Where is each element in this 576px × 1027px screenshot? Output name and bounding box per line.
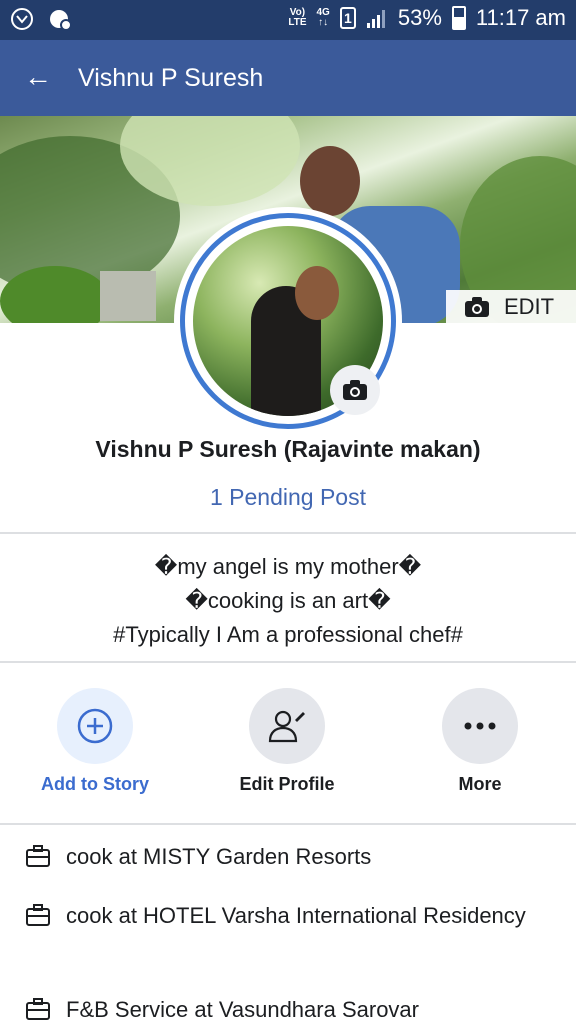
add-to-story-circle	[57, 688, 133, 764]
edit-profile-circle	[249, 688, 325, 764]
status-bar: Vo) LTE 4G ↑↓ 1 53% 11:17 am	[0, 0, 576, 40]
status-bar-right: Vo) LTE 4G ↑↓ 1 53% 11:17 am	[288, 5, 566, 31]
bio: �my angel is my mother� �cooking is an a…	[0, 550, 576, 652]
plus-circle-icon	[77, 708, 113, 744]
edit-profile-label: Edit Profile	[239, 774, 335, 794]
work-text: cook at MISTY Garden Resorts	[66, 844, 372, 869]
profile-actions: Add to Story Edit Profile More	[0, 688, 576, 808]
edit-cover-button[interactable]: EDIT	[446, 290, 576, 324]
sim-indicator: 1	[339, 7, 356, 29]
briefcase-icon	[26, 904, 50, 926]
volte-label-bottom: LTE	[288, 17, 307, 28]
data-indicator: 4G ↑↓	[317, 8, 330, 28]
camera-icon	[465, 297, 489, 317]
back-arrow-icon[interactable]: ←	[24, 62, 52, 92]
data-label-bottom: ↑↓	[318, 17, 329, 28]
edit-profile-button[interactable]: Edit Profile	[212, 688, 362, 795]
bio-line: �my angel is my mother�	[154, 554, 422, 579]
notification-app-icon	[11, 8, 33, 30]
bio-line: #Typically I Am a professional chef#	[113, 622, 463, 647]
divider	[0, 532, 576, 534]
add-to-story-button[interactable]: Add to Story	[20, 688, 170, 795]
work-text: F&B Service at Vasundhara Sarovar	[66, 997, 419, 1022]
divider	[0, 823, 576, 825]
pending-posts-link[interactable]: 1 Pending Post	[0, 484, 576, 511]
edit-cover-label: EDIT	[504, 294, 555, 319]
bio-line: �cooking is an art�	[185, 588, 391, 613]
edit-profile-icon	[268, 710, 305, 743]
camera-icon	[343, 380, 367, 400]
status-bar-left	[10, 7, 72, 31]
briefcase-icon	[26, 998, 50, 1020]
more-dots-icon	[464, 722, 496, 730]
more-label: More	[458, 774, 502, 794]
signal-icon	[366, 10, 385, 28]
top-nav-bar: ← Vishnu P Suresh	[0, 40, 576, 116]
briefcase-icon	[26, 845, 50, 867]
battery-percent: 53%	[397, 5, 442, 30]
work-text: cook at HOTEL Varsha International Resid…	[66, 903, 526, 928]
profile-name: Vishnu P Suresh (Rajavinte makan)	[95, 436, 481, 462]
battery-icon	[451, 6, 466, 30]
clock: 11:17 am	[475, 5, 566, 30]
volte-indicator: Vo) LTE	[288, 8, 306, 28]
add-to-story-label: Add to Story	[41, 774, 149, 794]
more-circle	[442, 688, 518, 764]
more-button[interactable]: More	[405, 688, 555, 795]
divider	[0, 661, 576, 663]
nav-title: Vishnu P Suresh	[78, 64, 264, 92]
messenger-icon	[50, 10, 72, 31]
update-profile-picture-button[interactable]	[330, 365, 380, 415]
